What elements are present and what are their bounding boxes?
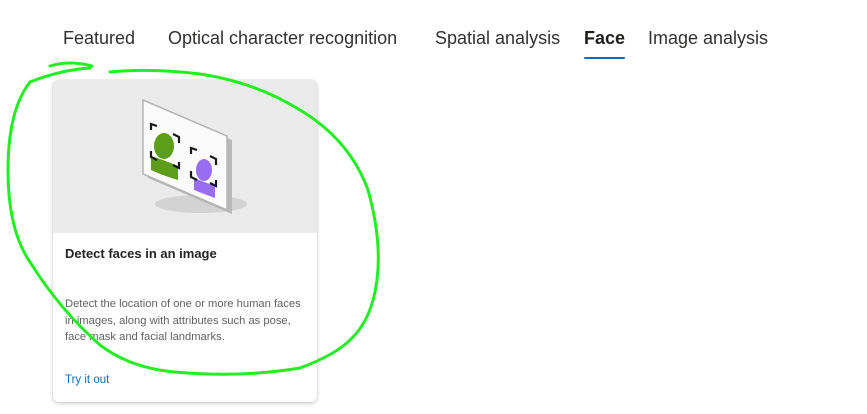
face-detection-illustration	[142, 98, 247, 214]
tab-face[interactable]: Face	[584, 28, 626, 60]
tab-featured[interactable]: Featured	[63, 28, 135, 60]
card-image-area	[53, 80, 317, 233]
detect-faces-card[interactable]: Detect faces in an image Detect the loca…	[53, 80, 317, 402]
try-it-out-link[interactable]: Try it out	[65, 374, 109, 386]
tab-bar: Featured Optical character recognition S…	[0, 0, 867, 70]
tab-optical-character-recognition[interactable]: Optical character recognition	[168, 28, 397, 60]
tab-spatial-analysis[interactable]: Spatial analysis	[435, 28, 560, 60]
tab-image-analysis[interactable]: Image analysis	[648, 28, 768, 60]
card-title: Detect faces in an image	[65, 246, 217, 261]
card-description: Detect the location of one or more human…	[65, 298, 301, 343]
